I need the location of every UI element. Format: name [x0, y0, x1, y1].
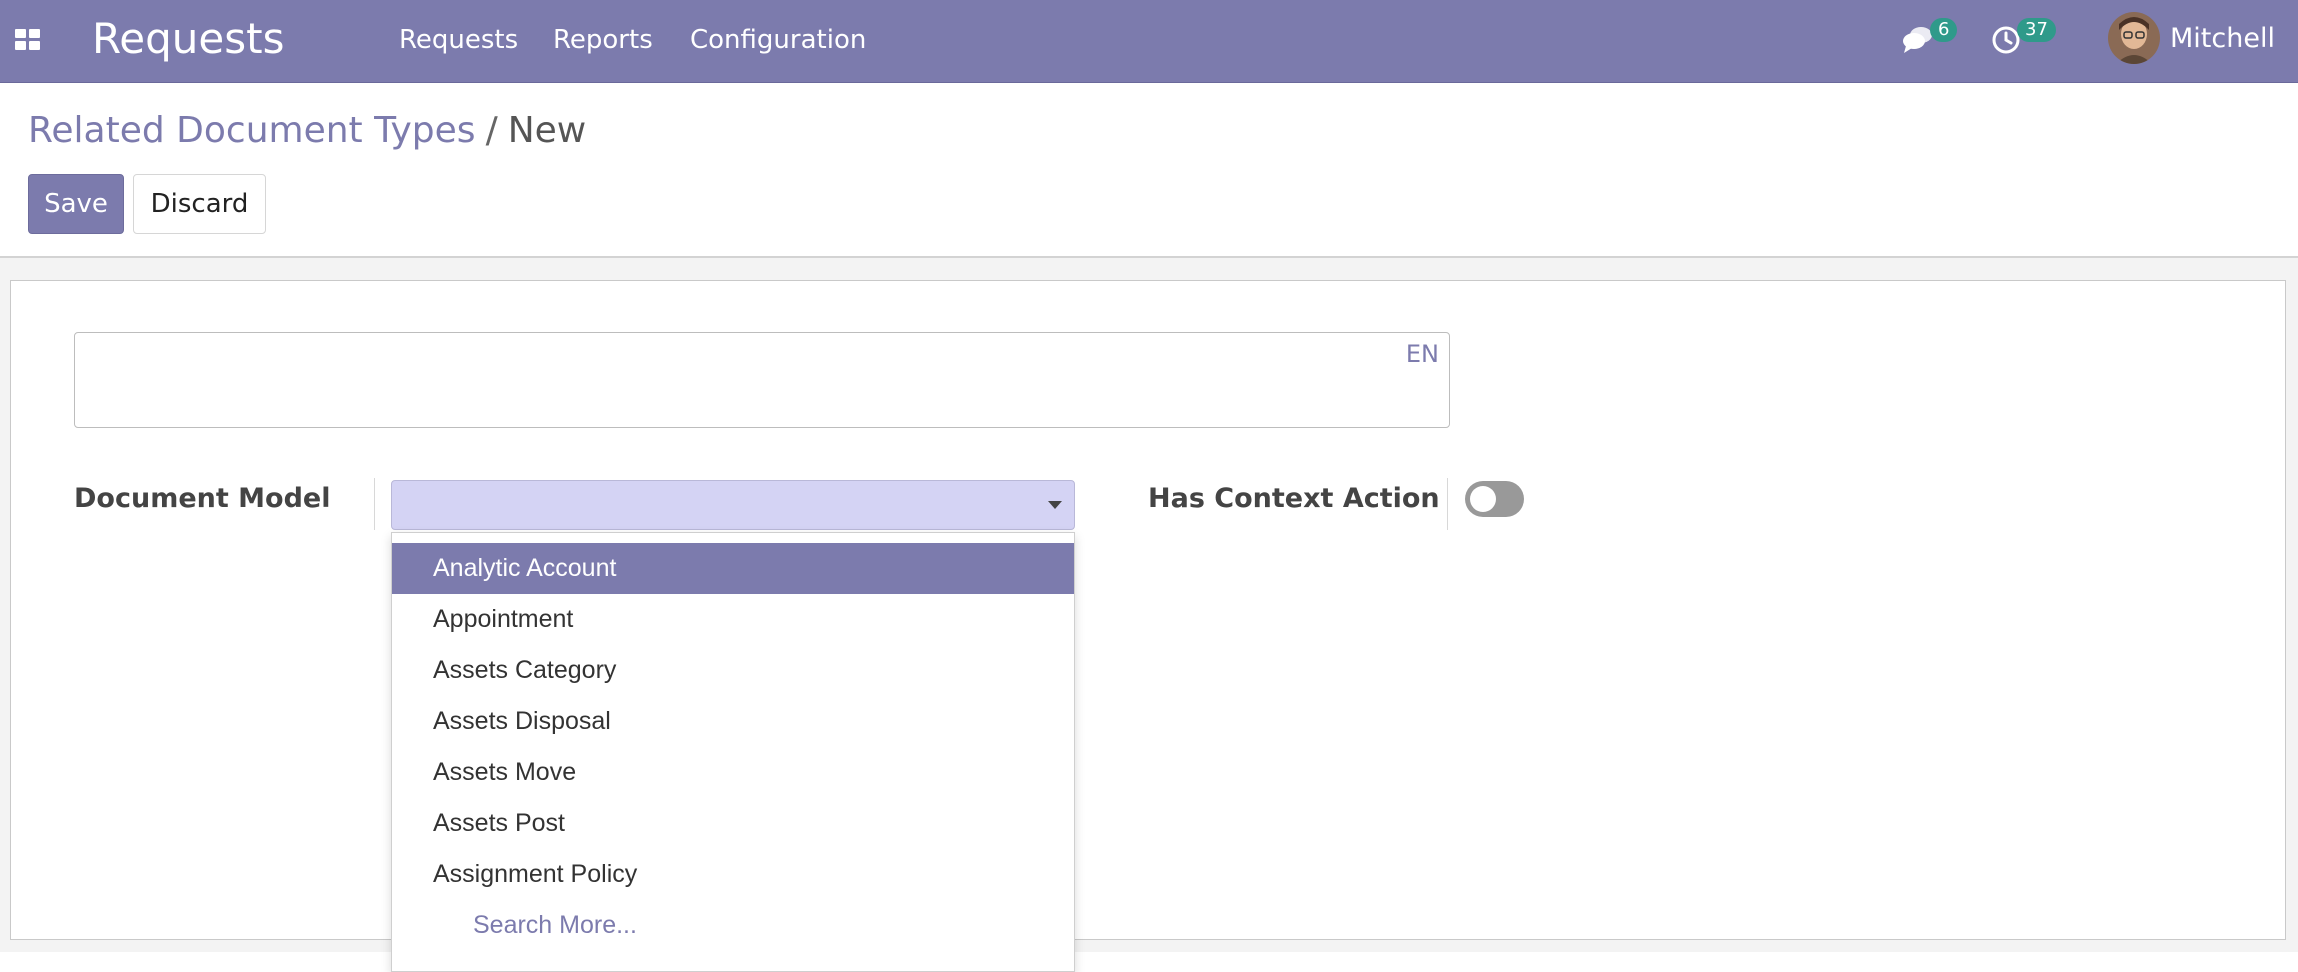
user-name[interactable]: Mitchell: [2170, 23, 2275, 55]
messages-badge: 6: [1930, 18, 1958, 42]
menu-configuration[interactable]: Configuration: [690, 24, 866, 56]
discard-button[interactable]: Discard: [133, 174, 266, 234]
menu-requests[interactable]: Requests: [399, 24, 518, 56]
apps-grid-icon[interactable]: [15, 29, 40, 51]
dropdown-option[interactable]: Appointment: [392, 594, 1074, 645]
document-model-label: Document Model: [74, 483, 331, 514]
language-button[interactable]: EN: [1406, 339, 1439, 369]
dropdown-option[interactable]: Assets Post: [392, 798, 1074, 849]
menu-reports[interactable]: Reports: [553, 24, 653, 56]
top-navbar: Requests Requests Reports Configuration …: [0, 0, 2298, 83]
field-separator: [1447, 478, 1448, 530]
field-separator: [374, 478, 375, 530]
document-model-dropdown: Analytic Account Appointment Assets Cate…: [391, 532, 1075, 972]
breadcrumb-current: New: [507, 110, 587, 151]
toggle-knob: [1470, 486, 1496, 512]
dropdown-option[interactable]: Assets Disposal: [392, 696, 1074, 747]
breadcrumb-separator: /: [485, 110, 498, 151]
breadcrumb: Related Document Types / New: [28, 108, 586, 154]
dropdown-option[interactable]: Assignment Policy: [392, 849, 1074, 900]
app-title[interactable]: Requests: [92, 14, 285, 64]
caret-down-icon[interactable]: [1048, 501, 1062, 509]
search-more-link[interactable]: Search More...: [473, 900, 637, 951]
has-context-action-label: Has Context Action: [1148, 483, 1440, 514]
document-model-select[interactable]: [391, 480, 1075, 530]
dropdown-option[interactable]: Analytic Account: [392, 543, 1074, 594]
name-input[interactable]: EN: [74, 332, 1450, 428]
save-button[interactable]: Save: [28, 174, 124, 234]
user-avatar[interactable]: [2108, 12, 2160, 64]
activities-badge: 37: [2017, 18, 2056, 42]
dropdown-option[interactable]: Assets Category: [392, 645, 1074, 696]
has-context-action-toggle[interactable]: [1465, 481, 1524, 517]
breadcrumb-parent[interactable]: Related Document Types: [28, 110, 476, 151]
dropdown-option[interactable]: Assets Move: [392, 747, 1074, 798]
